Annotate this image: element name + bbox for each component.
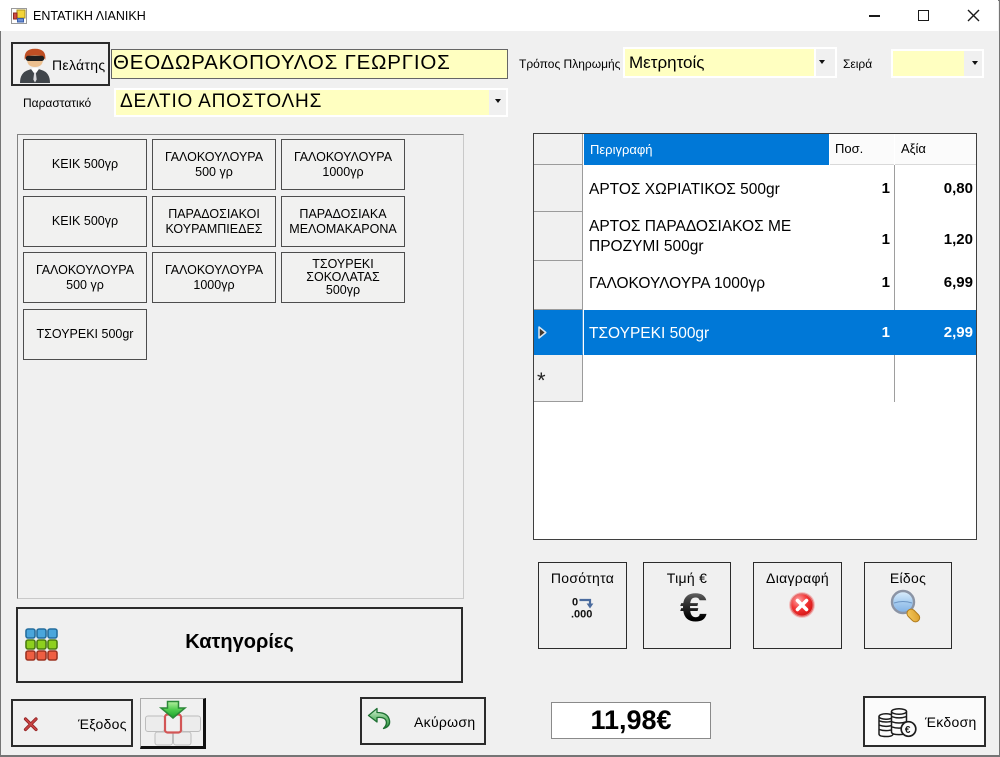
- svg-text:0: 0: [572, 597, 578, 609]
- svg-text:€: €: [680, 592, 707, 624]
- svg-text:.000: .000: [571, 609, 592, 621]
- svg-text:€: €: [905, 725, 911, 736]
